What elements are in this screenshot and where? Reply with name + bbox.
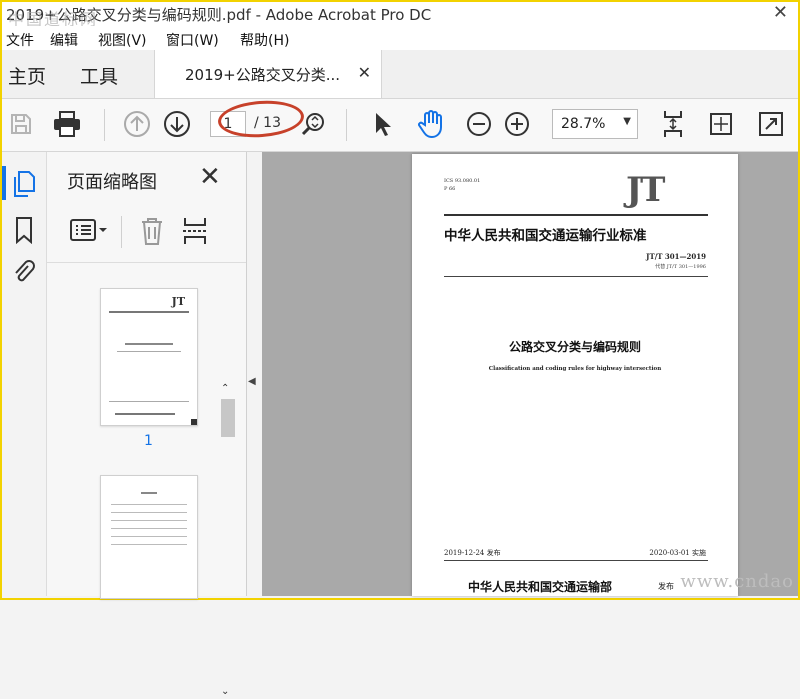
menu-file[interactable]: 文件 [6, 30, 34, 50]
doc-org-header: 中华人民共和国交通运输行业标准 [444, 228, 647, 244]
thumbnail-options-icon[interactable] [69, 218, 109, 244]
print-button[interactable] [50, 107, 84, 141]
tab-document[interactable]: 2019+公路交叉分类... ✕ [154, 50, 382, 98]
thumb-corner [191, 419, 197, 425]
collapse-panel-icon[interactable]: ◀ [248, 376, 256, 387]
thumb-line [111, 520, 187, 521]
menu-view[interactable]: 视图(V) [98, 30, 147, 50]
doc-title-en: Classification and coding rules for high… [488, 366, 662, 372]
tab-document-label: 2019+公路交叉分类... [185, 66, 341, 84]
bookmark-icon[interactable] [14, 216, 34, 244]
window-close-icon[interactable]: ✕ [773, 2, 788, 23]
scrollbar-thumb[interactable] [221, 399, 235, 437]
thumbnail-scrollbar[interactable]: ⌃ ⌄ [219, 379, 235, 699]
thumbnail-list: JT 1 ⌃ ⌄ [47, 262, 246, 697]
doc-ics: ICS 93.080.01 [444, 178, 481, 184]
save-button[interactable] [4, 107, 38, 141]
page-split-icon[interactable] [181, 216, 209, 246]
zoom-in-button[interactable] [500, 107, 534, 141]
doc-title-cn: 公路交叉分类与编码规则 [508, 340, 641, 354]
page-thumbnails-icon[interactable] [12, 170, 36, 198]
previous-page-button[interactable] [120, 107, 154, 141]
doc-publisher: 中华人民共和国交通运输部 [468, 580, 613, 594]
menu-bar: 文件 编辑 视图(V) 窗口(W) 帮助(H) [2, 26, 798, 50]
doc-code: P 66 [444, 186, 456, 192]
plus-circle-icon [505, 112, 529, 136]
active-indicator [2, 166, 6, 200]
doc-publisher-suffix: 发布 [658, 582, 674, 591]
thumb-line [125, 343, 173, 345]
tab-home[interactable]: 主页 [8, 62, 46, 89]
thumb-line [115, 413, 175, 415]
full-screen-icon [759, 112, 783, 136]
print-icon [54, 111, 80, 137]
next-page-button[interactable] [160, 107, 194, 141]
annotation-oval [216, 98, 306, 140]
zoom-out-button[interactable] [462, 107, 496, 141]
fit-page-button[interactable] [656, 107, 690, 141]
panel-separator [121, 216, 122, 248]
doc-issued: 2019-12-24 发布 [444, 549, 501, 557]
page-thumbnail-2[interactable] [100, 475, 198, 599]
hand-tool-button[interactable] [414, 107, 448, 141]
thumb-line [111, 544, 187, 545]
thumb-line [111, 536, 187, 537]
thumb-line [111, 512, 187, 513]
fit-page-icon [664, 111, 682, 137]
menu-edit[interactable]: 编辑 [50, 30, 78, 50]
doc-replaces: 代替 JT/T 301—1996 [655, 264, 706, 270]
thumb-line [109, 401, 189, 402]
arrow-down-circle-icon [164, 111, 190, 137]
watermark-bottom: www.cndao [680, 571, 794, 592]
arrow-up-circle-icon [124, 111, 150, 137]
document-viewer[interactable]: ICS 93.080.01 P 66 JT 中华人民共和国交通运输行业标准 JT… [262, 152, 798, 596]
minus-circle-icon [467, 112, 491, 136]
doc-effective: 2020-03-01 实施 [649, 549, 706, 557]
panel-title: 页面缩略图 [67, 172, 157, 193]
menu-help[interactable]: 帮助(H) [240, 30, 289, 50]
trash-icon[interactable] [139, 216, 165, 246]
thumb-logo: JT [171, 295, 185, 308]
cursor-arrow-icon [376, 113, 391, 136]
attachment-icon[interactable] [12, 258, 36, 286]
doc-logo: JT [626, 170, 665, 210]
save-icon [11, 114, 31, 134]
tab-close-icon[interactable]: ✕ [358, 63, 371, 82]
page-thumbnail-1[interactable]: JT [100, 288, 198, 426]
menu-window[interactable]: 窗口(W) [166, 30, 219, 50]
chevron-down-icon: ▼ [623, 116, 631, 127]
doc-rule [444, 276, 708, 277]
zoom-search-icon [301, 113, 324, 136]
doc-rule [444, 560, 708, 561]
tab-tools[interactable]: 工具 [80, 62, 118, 89]
fit-width-button[interactable] [704, 107, 738, 141]
zoom-value: 28.7% [561, 116, 606, 132]
thumb-line [109, 311, 189, 313]
thumb-line [111, 528, 187, 529]
toolbar: 1 / 13 28.7% ▼ [2, 98, 798, 152]
thumb-line [141, 492, 157, 494]
full-screen-button[interactable] [754, 107, 788, 141]
expand-arrows-icon [710, 113, 732, 135]
thumb-line [117, 351, 181, 352]
hand-icon [418, 110, 442, 139]
document-page: ICS 93.080.01 P 66 JT 中华人民共和国交通运输行业标准 JT… [412, 154, 738, 596]
title-bar: 2019+公路交叉分类与编码规则.pdf - Adobe Acrobat Pro… [2, 2, 798, 29]
left-navigation-strip [2, 152, 47, 596]
thumbnail-1-label: 1 [144, 433, 153, 449]
zoom-find-button[interactable] [296, 107, 330, 141]
panel-close-icon[interactable]: ✕ [199, 162, 221, 192]
scroll-up-icon[interactable]: ⌃ [221, 383, 229, 394]
thumbnails-panel: 页面缩略图 ✕ JT 1 ⌃ ⌄ [47, 152, 247, 697]
scroll-down-icon[interactable]: ⌄ [221, 686, 229, 697]
zoom-select[interactable]: 28.7% ▼ [552, 109, 638, 139]
panel-toolbar [47, 210, 246, 254]
thumb-line [111, 504, 187, 505]
doc-rule [444, 214, 708, 216]
toolbar-separator [346, 109, 347, 141]
tab-bar: 主页 工具 2019+公路交叉分类... ✕ [2, 50, 798, 99]
toolbar-separator [104, 109, 105, 141]
select-tool-button[interactable] [366, 107, 400, 141]
doc-std-number: JT/T 301—2019 [646, 252, 706, 261]
